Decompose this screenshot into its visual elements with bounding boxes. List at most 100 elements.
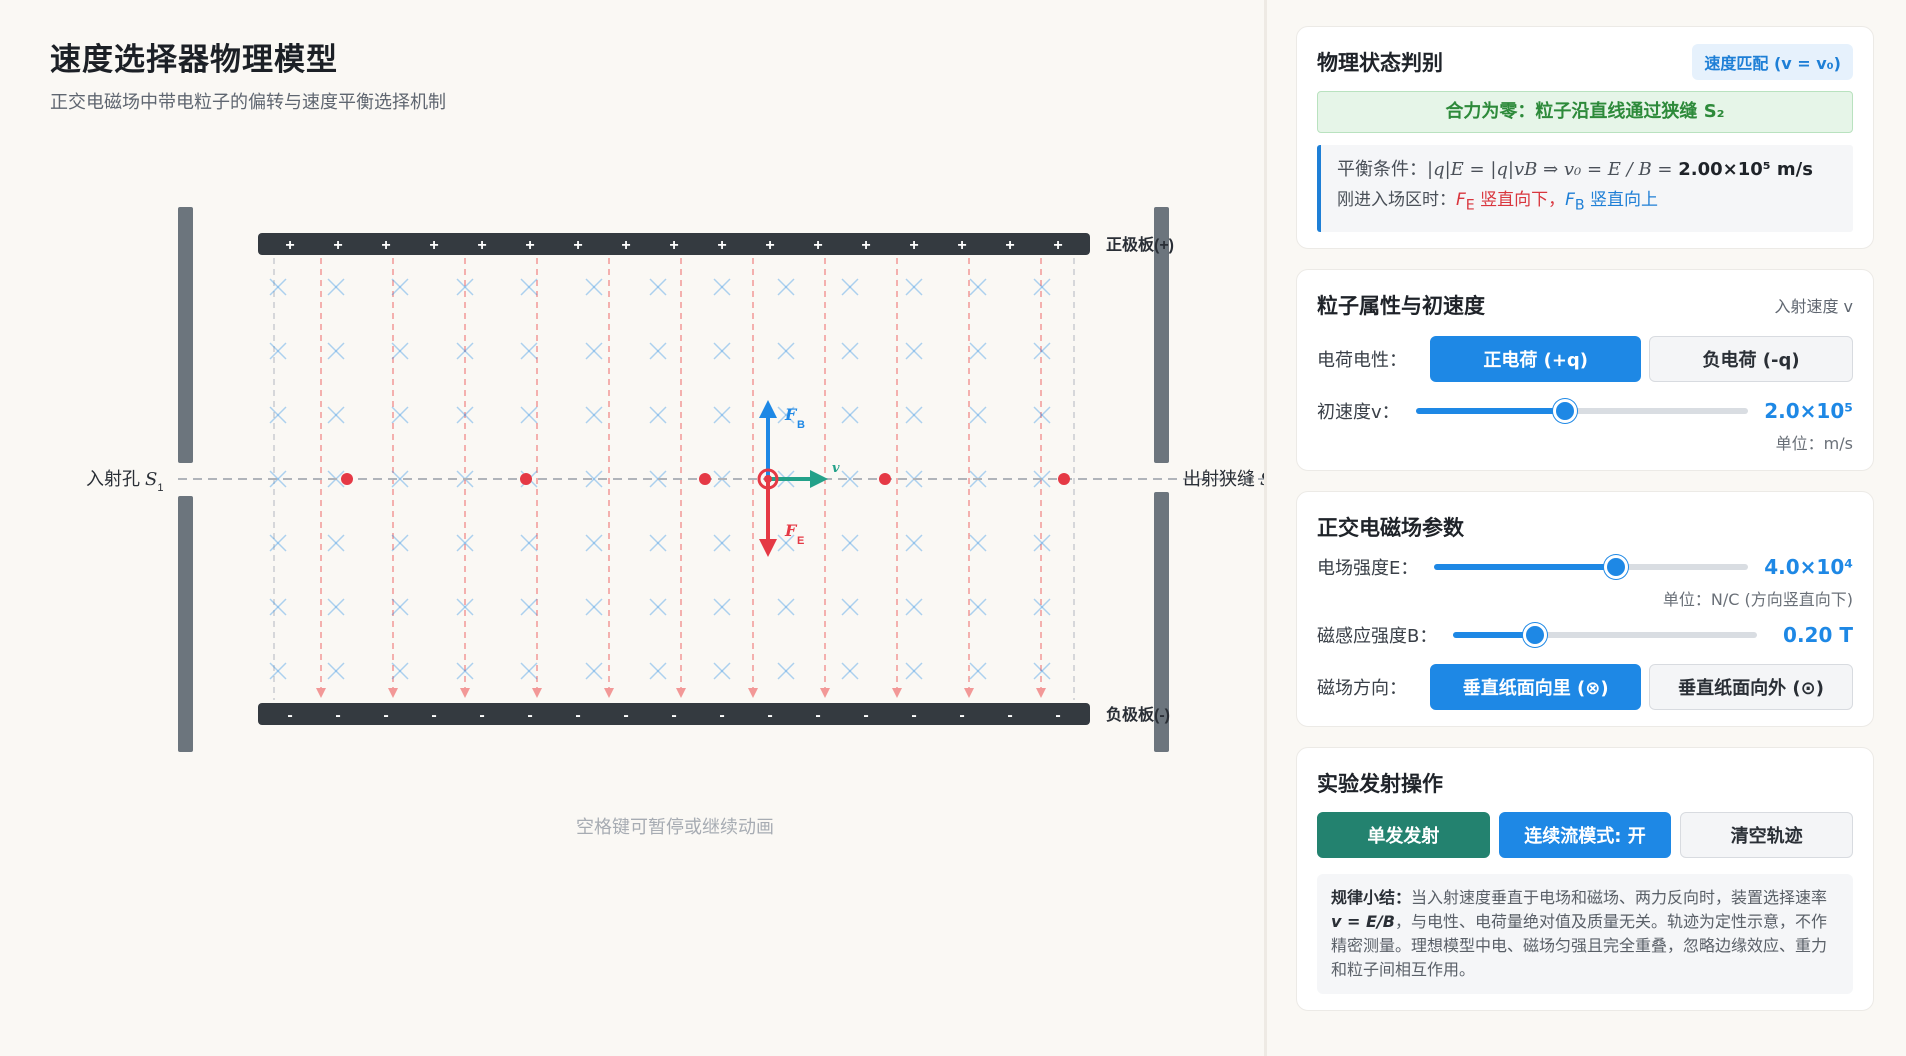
status-badge: 速度匹配 (v = v₀) <box>1692 44 1853 80</box>
b-field-into-page-mark <box>391 278 409 296</box>
b-field-into-page-mark <box>585 342 603 360</box>
b-field-into-page-mark <box>327 662 345 680</box>
b-field-into-page-mark <box>713 342 731 360</box>
e-field-slider[interactable] <box>1434 555 1749 580</box>
negative-sign: - <box>1055 707 1060 724</box>
panel-divider <box>1264 0 1267 1056</box>
e-field-unit: 单位：N/C (方向竖直向下) <box>1662 590 1853 610</box>
b-field-into-page-mark <box>520 662 538 680</box>
fire-once-button[interactable]: 单发发射 <box>1317 812 1490 859</box>
stream-particle <box>699 473 711 485</box>
positive-sign: + <box>333 237 342 254</box>
b-field-into-page-mark <box>585 662 603 680</box>
summary-box: 规律小结：当入射速度垂直于电场和磁场、两力反向时，装置选择速率 v = E/B，… <box>1317 874 1853 995</box>
negative-sign: - <box>479 707 484 724</box>
b-field-into-page-mark <box>456 342 474 360</box>
e-field-value: 4.0×10⁴ <box>1764 555 1853 580</box>
b-field-into-page-mark <box>713 598 731 616</box>
status-card: 物理状态判别 速度匹配 (v = v₀) 合力为零：粒子沿直线通过狭缝 S₂ 平… <box>1296 26 1874 250</box>
b-field-into-page-mark <box>520 534 538 552</box>
e-field-arrowhead <box>316 688 326 698</box>
b-field-into-page-mark <box>456 406 474 424</box>
clear-trails-button[interactable]: 清空轨迹 <box>1680 812 1854 859</box>
b-field-into-page-mark <box>969 278 987 296</box>
negative-sign: - <box>383 707 388 724</box>
action-card-title: 实验发射操作 <box>1317 772 1443 797</box>
positive-sign: + <box>909 237 918 254</box>
b-field-into-page-mark <box>841 342 859 360</box>
b-field-into-page-mark <box>585 406 603 424</box>
b-field-value: 0.20 T <box>1783 623 1853 648</box>
action-card: 实验发射操作 单发发射 连续流模式: 开 清空轨迹 规律小结：当入射速度垂直于电… <box>1296 747 1874 1012</box>
positive-sign: + <box>285 237 294 254</box>
force-e-arrow: F E <box>759 480 804 557</box>
control-panel: 物理状态判别 速度匹配 (v = v₀) 合力为零：粒子沿直线通过狭缝 S₂ 平… <box>1296 26 1874 1031</box>
b-field-into-page-mark <box>905 534 923 552</box>
e-field-arrowhead <box>1036 688 1046 698</box>
positive-sign: + <box>621 237 630 254</box>
negative-sign: - <box>671 707 676 724</box>
positive-sign: + <box>429 237 438 254</box>
b-field-into-page-mark <box>1033 342 1051 360</box>
b-field-into-page-mark <box>1033 662 1051 680</box>
positive-sign: + <box>813 237 822 254</box>
b-field-into-page-mark <box>585 534 603 552</box>
negative-sign: - <box>431 707 436 724</box>
b-field-into-page-mark <box>391 342 409 360</box>
negative-sign: - <box>815 707 820 724</box>
negative-sign: - <box>287 707 292 724</box>
b-field-into-page-mark <box>327 534 345 552</box>
keyboard-hint: 空格键可暂停或继续动画 <box>576 817 774 838</box>
b-field-into-page-mark <box>969 662 987 680</box>
b-out-of-page-button[interactable]: 垂直纸面向外 (⊙) <box>1649 664 1853 711</box>
b-field-into-page-mark <box>713 278 731 296</box>
stream-particle <box>1058 473 1070 485</box>
status-banner: 合力为零：粒子沿直线通过狭缝 S₂ <box>1317 91 1853 133</box>
b-field-into-page-mark <box>391 534 409 552</box>
condition-box: 平衡条件：|q|E = |q|vB ⇒ v₀ = E / B = 2.00×10… <box>1317 145 1853 233</box>
b-field-into-page-mark <box>520 342 538 360</box>
b-field-into-page-mark <box>269 598 287 616</box>
velocity-slider[interactable] <box>1415 399 1749 424</box>
stream-particle <box>879 473 891 485</box>
e-field-arrowhead <box>532 688 542 698</box>
b-field-into-page-mark <box>841 278 859 296</box>
b-field-into-page-mark <box>269 278 287 296</box>
b-field-into-page-mark <box>327 342 345 360</box>
e-field-arrowhead <box>964 688 974 698</box>
stream-particle <box>341 473 353 485</box>
b-field-slider[interactable] <box>1453 623 1757 648</box>
negative-sign: - <box>911 707 916 724</box>
b-field-into-page-mark <box>649 662 667 680</box>
e-field-arrowhead <box>820 688 830 698</box>
b-field-label: 磁感应强度B： <box>1317 626 1438 648</box>
b-field-into-page-mark <box>841 534 859 552</box>
stream-mode-button[interactable]: 连续流模式: 开 <box>1498 812 1672 859</box>
simulation-area: 速度选择器物理模型 正交电磁场中带电粒子的偏转与速度平衡选择机制 + - + - + - +… <box>0 0 1266 1056</box>
b-into-page-button[interactable]: 垂直纸面向里 (⊗) <box>1430 664 1642 711</box>
b-field-into-page-mark <box>649 598 667 616</box>
field-card: 正交电磁场参数 电场强度E： 4.0×10⁴ 单位：N/C (方向竖直向下) 磁… <box>1296 491 1874 728</box>
b-field-into-page-mark <box>777 662 795 680</box>
b-field-into-page-mark <box>649 278 667 296</box>
exit-label: 出射狭缝 S2 <box>1183 469 1266 494</box>
velocity-label: v <box>832 461 840 476</box>
b-field-into-page-mark <box>585 278 603 296</box>
b-field-into-page-mark <box>1033 406 1051 424</box>
b-field-into-page-mark <box>269 662 287 680</box>
negative-plate-label: 负极板(-) <box>1106 705 1170 724</box>
b-field-into-page-mark <box>520 406 538 424</box>
b-field-into-page-mark <box>841 662 859 680</box>
positive-sign: + <box>717 237 726 254</box>
b-field-into-page-mark <box>1033 534 1051 552</box>
positive-charge-button[interactable]: 正电荷 (+q) <box>1430 336 1642 383</box>
b-direction-label: 磁场方向： <box>1317 678 1407 700</box>
b-field-into-page-mark <box>520 598 538 616</box>
entry-forces: 刚进入场区时：FE 竖直向下，FB 竖直向上 <box>1337 190 1659 214</box>
positive-sign: + <box>861 237 870 254</box>
b-field-into-page-mark <box>327 598 345 616</box>
negative-charge-button[interactable]: 负电荷 (-q) <box>1649 336 1853 383</box>
b-field-into-page-mark <box>905 342 923 360</box>
stream-particle <box>520 473 532 485</box>
velocity-selector-canvas[interactable]: + - + - + - + - + - + - + - + - + - + - + - + - + - + - + - + - + - F B F… <box>0 0 1266 800</box>
